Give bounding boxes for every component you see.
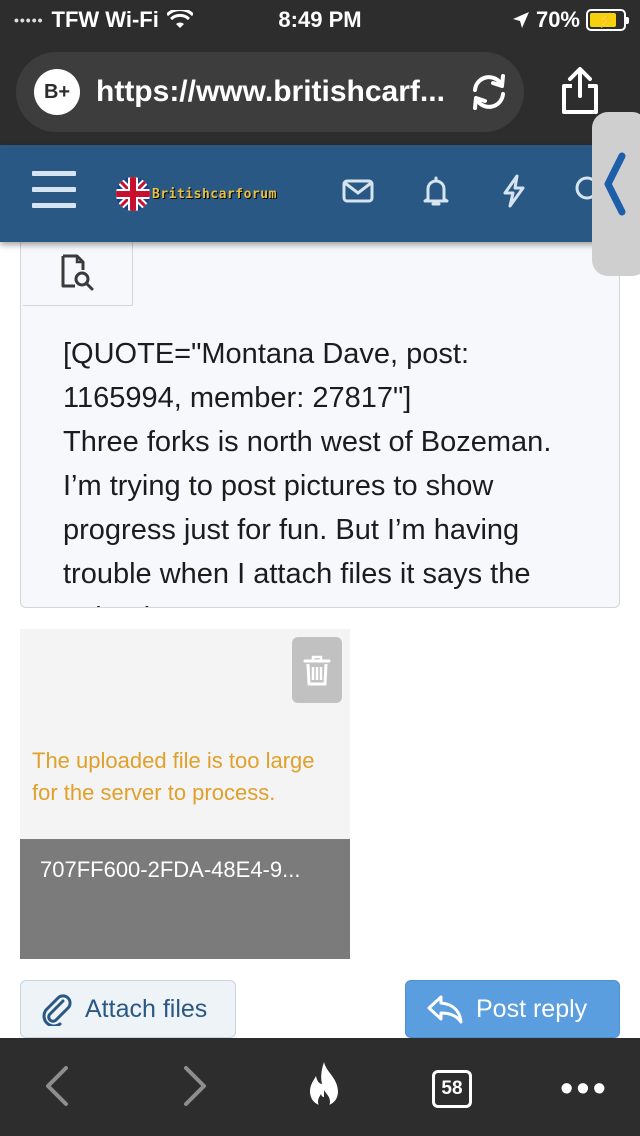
chevron-left-icon [604,152,626,216]
battery-icon: ⚡ [586,9,629,31]
flame-icon[interactable] [304,1060,344,1112]
status-bar: ••••• TFW Wi-Fi 8:49 PM 70% ⚡ [0,0,640,40]
attach-files-label: Attach files [85,994,208,1023]
post-reply-button[interactable]: Post reply [405,980,620,1038]
attachment-filename: 707FF600-2FDA-48E4-9... [40,857,301,882]
paperclip-icon [42,994,72,1026]
reply-icon [427,995,463,1024]
reload-icon[interactable] [464,67,514,117]
address-bar[interactable]: B+ https://www.britishcarf... [16,52,524,132]
site-logo[interactable]: Britishcarforum [116,177,277,211]
bolt-icon[interactable] [496,173,532,209]
logo-text: Britishcarforum [152,186,277,202]
site-header: Britishcarforum [0,145,640,242]
attachment-name-bar: 707FF600-2FDA-48E4-9... [20,839,350,959]
battery-percent: 70% [535,7,580,32]
site-badge[interactable]: B+ [34,69,80,115]
bell-icon[interactable] [418,173,454,209]
back-icon[interactable] [42,1064,72,1108]
browser-bottom-bar: 58 ••• [0,1038,640,1136]
preview-toggle[interactable] [23,242,133,306]
attachment-card: The uploaded file is too large for the s… [20,629,350,959]
side-pull-tab[interactable] [592,112,640,276]
post-reply-label: Post reply [476,994,588,1023]
location-arrow-icon [512,12,529,28]
url-text[interactable]: https://www.britishcarf... [96,75,464,109]
preview-icon [61,254,94,291]
tab-count-button[interactable]: 58 [432,1070,472,1108]
more-options-icon[interactable]: ••• [560,1068,609,1111]
editor-text[interactable]: [QUOTE="Montana Dave, post: 1165994, mem… [63,332,583,607]
forward-icon[interactable] [180,1064,210,1108]
delete-attachment-button[interactable] [292,637,342,703]
menu-icon[interactable] [32,171,76,209]
browser-top-bar: ••••• TFW Wi-Fi 8:49 PM 70% ⚡ B+ https:/… [0,0,640,145]
trash-icon [303,655,331,686]
share-icon[interactable] [556,66,604,116]
mail-icon[interactable] [340,173,376,209]
reply-editor[interactable]: [QUOTE="Montana Dave, post: 1165994, mem… [20,242,620,608]
attach-files-button[interactable]: Attach files [20,980,236,1038]
attachment-error-message: The uploaded file is too large for the s… [32,748,315,805]
union-flag-icon [116,177,150,211]
